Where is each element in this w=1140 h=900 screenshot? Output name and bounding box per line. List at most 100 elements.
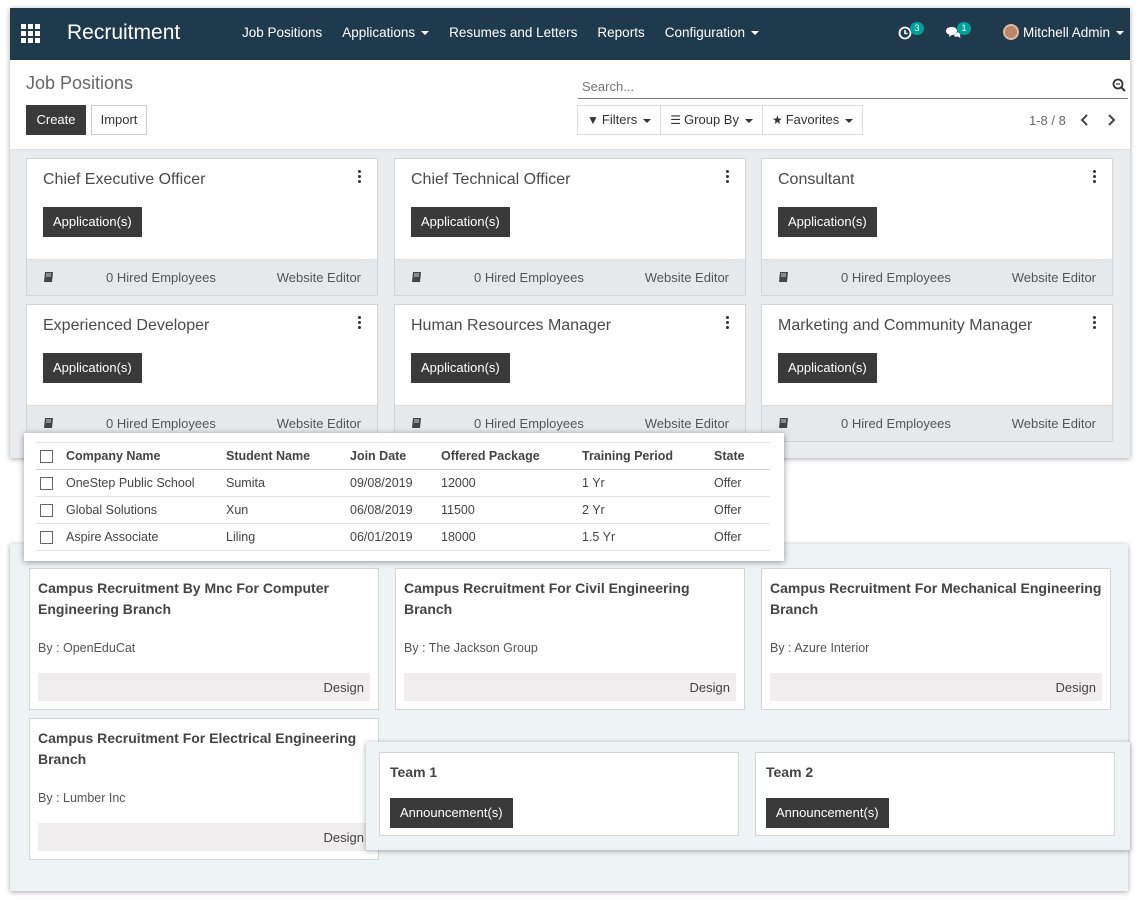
drive-card[interactable]: Campus Recruitment For Electrical Engine… (29, 718, 379, 860)
drive-card[interactable]: Campus Recruitment For Civil Engineering… (395, 568, 745, 710)
select-all-checkbox[interactable] (40, 450, 53, 464)
menu-applications[interactable]: Applications (342, 25, 430, 40)
filters-button[interactable]: ▼ Filters (578, 106, 662, 134)
favorites-button[interactable]: ★ Favorites (763, 106, 862, 134)
pager-value[interactable]: 1-8 / 8 (1029, 113, 1066, 128)
job-card[interactable]: Human Resources Manager Application(s) 0… (394, 304, 746, 442)
book-icon[interactable] (43, 271, 55, 283)
job-title: Consultant (778, 171, 855, 188)
table-row[interactable]: OneStep Public School Sumita 09/08/2019 … (36, 469, 770, 497)
team-card[interactable]: Team 2 Announcement(s) (755, 752, 1115, 836)
search-icon[interactable] (1112, 78, 1126, 92)
menu-label: Applications (342, 25, 416, 40)
table-row[interactable]: Global Solutions Xun 06/08/2019 11500 2 … (36, 496, 770, 524)
kebab-menu-icon[interactable] (725, 170, 731, 186)
caret-down-icon (744, 118, 753, 123)
drive-stage-bar: Design (38, 823, 370, 851)
job-card[interactable]: Chief Executive Officer Application(s) 0… (26, 158, 378, 296)
job-card-footer: 0 Hired Employees Website Editor (27, 259, 377, 295)
chevron-right-icon[interactable] (1102, 110, 1120, 130)
job-title: Marketing and Community Manager (778, 317, 1033, 334)
create-button[interactable]: Create (26, 105, 86, 135)
website-editor-link[interactable]: Website Editor (277, 416, 361, 431)
row-checkbox[interactable] (40, 531, 53, 545)
chevron-left-icon[interactable] (1076, 110, 1094, 130)
menu-reports[interactable]: Reports (597, 25, 644, 40)
job-title: Chief Executive Officer (43, 171, 206, 188)
join-date-cell: 09/08/2019 (350, 469, 441, 497)
import-button[interactable]: Import (91, 105, 147, 135)
table-row[interactable]: Aspire Associate Liling 06/01/2019 18000… (36, 523, 770, 551)
book-icon[interactable] (778, 417, 790, 429)
search-input[interactable] (582, 76, 1082, 96)
caret-down-icon (1116, 31, 1125, 36)
row-select-cell (36, 469, 66, 497)
drive-card[interactable]: Campus Recruitment For Mechanical Engine… (761, 568, 1111, 710)
kebab-menu-icon[interactable] (725, 316, 731, 332)
group-by-button[interactable]: ☰ Group By (661, 106, 763, 134)
kebab-menu-icon[interactable] (357, 316, 363, 332)
caret-down-icon (845, 118, 854, 123)
offered-package-cell: 12000 (441, 469, 582, 497)
kebab-menu-icon[interactable] (1092, 170, 1098, 186)
drive-card[interactable]: Campus Recruitment By Mnc For Computer E… (29, 568, 379, 710)
activity-button[interactable]: 3 (898, 22, 928, 44)
kebab-menu-icon[interactable] (1092, 316, 1098, 332)
drive-stage-bar: Design (770, 673, 1102, 701)
applications-button[interactable]: Application(s) (43, 207, 142, 237)
book-icon[interactable] (43, 417, 55, 429)
job-card[interactable]: Experienced Developer Application(s) 0 H… (26, 304, 378, 442)
website-editor-link[interactable]: Website Editor (645, 270, 729, 285)
drive-stage: Design (689, 680, 730, 695)
book-icon[interactable] (411, 271, 423, 283)
website-editor-link[interactable]: Website Editor (1012, 416, 1096, 431)
applications-button[interactable]: Application(s) (43, 353, 142, 383)
row-checkbox[interactable] (40, 504, 53, 518)
column-header[interactable]: Offered Package (441, 442, 582, 470)
website-editor-link[interactable]: Website Editor (645, 416, 729, 431)
menu-resumes-letters[interactable]: Resumes and Letters (449, 25, 577, 40)
applications-button[interactable]: Application(s) (778, 207, 877, 237)
announcements-button[interactable]: Announcement(s) (766, 798, 889, 828)
user-menu[interactable]: Mitchell Admin (1003, 24, 1130, 40)
team-card[interactable]: Team 1 Announcement(s) (379, 752, 739, 836)
company-name-cell: OneStep Public School (66, 469, 226, 497)
row-checkbox[interactable] (40, 477, 53, 491)
main-menu: Job Positions Applications Resumes and L… (242, 25, 779, 40)
column-header[interactable]: Company Name (66, 442, 226, 470)
applications-button[interactable]: Application(s) (411, 207, 510, 237)
column-header[interactable]: Training Period (582, 442, 714, 470)
search-options: ▼ Filters ☰ Group By ★ Favorites (577, 105, 864, 135)
book-icon[interactable] (411, 417, 423, 429)
announcements-button[interactable]: Announcement(s) (390, 798, 513, 828)
filter-icon: ▼ (587, 113, 599, 127)
job-card[interactable]: Consultant Application(s) 0 Hired Employ… (761, 158, 1113, 296)
applications-button[interactable]: Application(s) (778, 353, 877, 383)
column-header[interactable]: Student Name (226, 442, 350, 470)
offered-package-cell: 18000 (441, 523, 582, 551)
website-editor-link[interactable]: Website Editor (1012, 270, 1096, 285)
job-card[interactable]: Chief Technical Officer Application(s) 0… (394, 158, 746, 296)
placements-table-window: Company Name Student Name Join Date Offe… (24, 433, 784, 561)
column-header[interactable]: Join Date (350, 442, 441, 470)
menu-job-positions[interactable]: Job Positions (242, 25, 322, 40)
table-header-row: Company Name Student Name Join Date Offe… (36, 442, 770, 470)
website-editor-link[interactable]: Website Editor (277, 270, 361, 285)
applications-button[interactable]: Application(s) (411, 353, 510, 383)
book-icon[interactable] (778, 271, 790, 283)
messages-button[interactable]: 1 (945, 22, 975, 44)
column-header[interactable]: State (714, 442, 770, 470)
hired-employees: 0 Hired Employees (841, 270, 951, 285)
drive-company: By : Azure Interior (770, 641, 870, 655)
placements-table: Company Name Student Name Join Date Offe… (36, 442, 770, 551)
job-title: Experienced Developer (43, 317, 210, 334)
offered-package-cell: 11500 (441, 496, 582, 524)
apps-menu-icon[interactable] (21, 24, 41, 43)
state-cell: Offer (714, 523, 770, 551)
hired-employees: 0 Hired Employees (474, 416, 584, 431)
user-name: Mitchell Admin (1023, 25, 1111, 40)
menu-configuration[interactable]: Configuration (665, 25, 760, 40)
drive-company: By : Lumber Inc (38, 791, 126, 805)
kebab-menu-icon[interactable] (357, 170, 363, 186)
job-card[interactable]: Marketing and Community Manager Applicat… (761, 304, 1113, 442)
